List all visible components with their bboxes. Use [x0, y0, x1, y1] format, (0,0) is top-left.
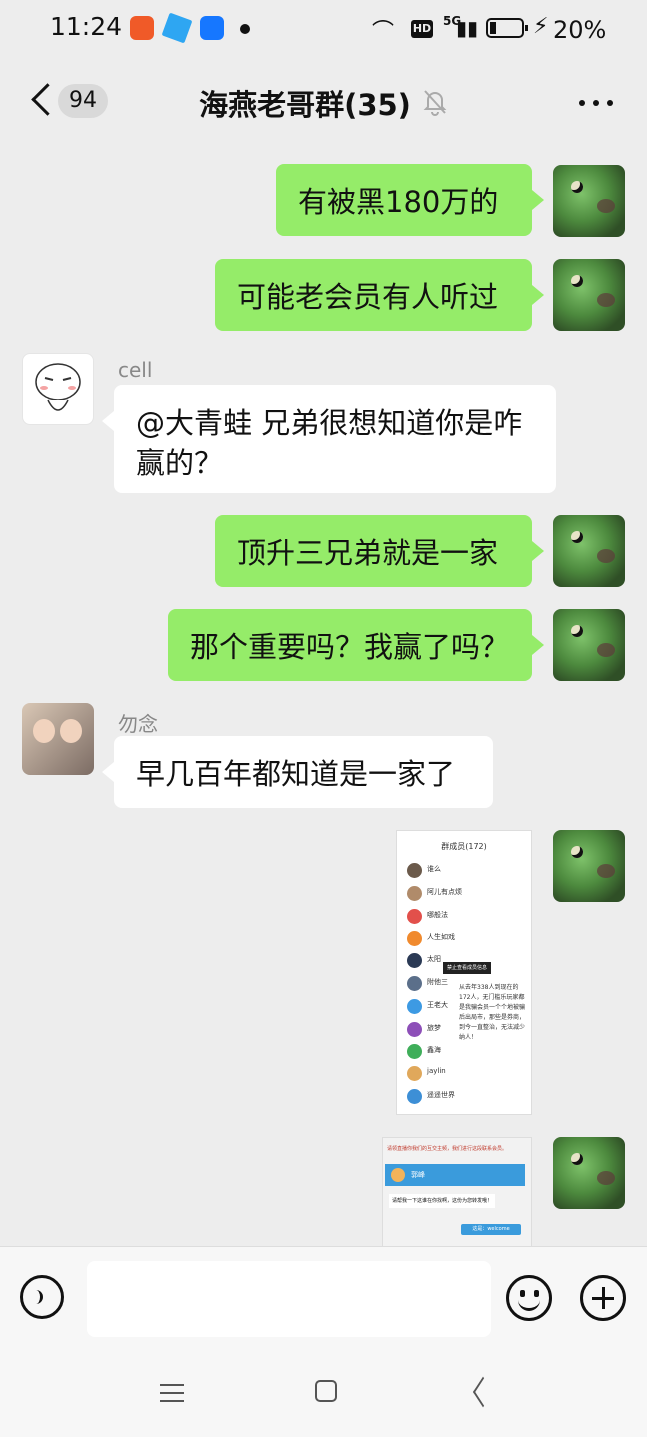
message-bubble-other[interactable]: 早几百年都知道是一家了 — [102, 736, 493, 808]
my-avatar[interactable] — [553, 259, 625, 331]
cell-avatar[interactable] — [22, 353, 94, 425]
wifi-icon: ⌒ — [372, 20, 395, 45]
message-bubble-other[interactable]: @大青蛙 兄弟很想知道你是咋赢的？ — [102, 385, 556, 493]
battery-percent: 20% — [553, 16, 607, 44]
my-avatar[interactable] — [553, 165, 625, 237]
image-message-member-list[interactable]: 群成员(172) 谁么 阿儿有点烦 哪般法 人生如戏 太阳 附他三 王老大 旅梦… — [396, 830, 532, 1115]
member-list-title: 群成员(172) — [441, 842, 487, 851]
system-back-button[interactable] — [468, 1380, 492, 1404]
my-avatar[interactable] — [553, 1137, 625, 1209]
hd-icon: HD — [411, 20, 433, 38]
my-avatar[interactable] — [553, 515, 625, 587]
charging-icon: ⚡ — [533, 14, 549, 39]
message-bubble-me[interactable]: 那个重要吗？我赢了吗？ — [168, 609, 544, 681]
signal-bars-icon: ▮▮ — [456, 16, 479, 40]
message-bubble-me[interactable]: 有被黑180万的 — [276, 164, 544, 236]
recent-apps-button[interactable] — [160, 1382, 184, 1404]
emoji-button[interactable] — [506, 1275, 552, 1321]
battery-icon — [486, 18, 528, 38]
app-icon-1 — [130, 16, 154, 40]
voice-input-button[interactable] — [20, 1275, 64, 1319]
message-bubble-me[interactable]: 可能老会员有人听过 — [215, 259, 544, 331]
message-list[interactable]: 有被黑180万的 可能老会员有人听过 cell @大青蛙 兄弟很想知道你是咋赢的… — [0, 144, 647, 1246]
input-bar — [0, 1246, 647, 1351]
sender-name: 勿念 — [118, 712, 158, 736]
message-input[interactable] — [87, 1261, 491, 1337]
home-button[interactable] — [315, 1380, 337, 1402]
chat-title[interactable]: 海燕老哥群(35) — [0, 82, 610, 124]
bell-off-icon — [423, 90, 447, 116]
image-message-chat-screenshot[interactable]: 请领直播你我们的互交主频，我们进行这段联系会员。 郭峰 请帮我一下这谁在你找啊，… — [382, 1137, 532, 1246]
alipay-icon — [200, 16, 224, 40]
paper-plane-icon — [161, 12, 193, 44]
more-button[interactable] — [576, 86, 616, 116]
wunian-avatar[interactable] — [22, 703, 94, 775]
notification-dot-icon — [240, 24, 250, 34]
more-functions-button[interactable] — [580, 1275, 626, 1321]
chat-header: 94 海燕老哥群(35) — [0, 60, 647, 144]
status-bar: 11:24 ⌒ HD 5G ▮▮ ⚡ 20% — [0, 0, 647, 60]
sender-name: cell — [118, 358, 153, 382]
cartoon-face-icon — [35, 363, 81, 411]
status-time: 11:24 — [50, 12, 123, 41]
system-navigation-bar — [0, 1350, 647, 1437]
my-avatar[interactable] — [553, 609, 625, 681]
my-avatar[interactable] — [553, 830, 625, 902]
message-bubble-me[interactable]: 顶升三兄弟就是一家 — [215, 515, 544, 587]
